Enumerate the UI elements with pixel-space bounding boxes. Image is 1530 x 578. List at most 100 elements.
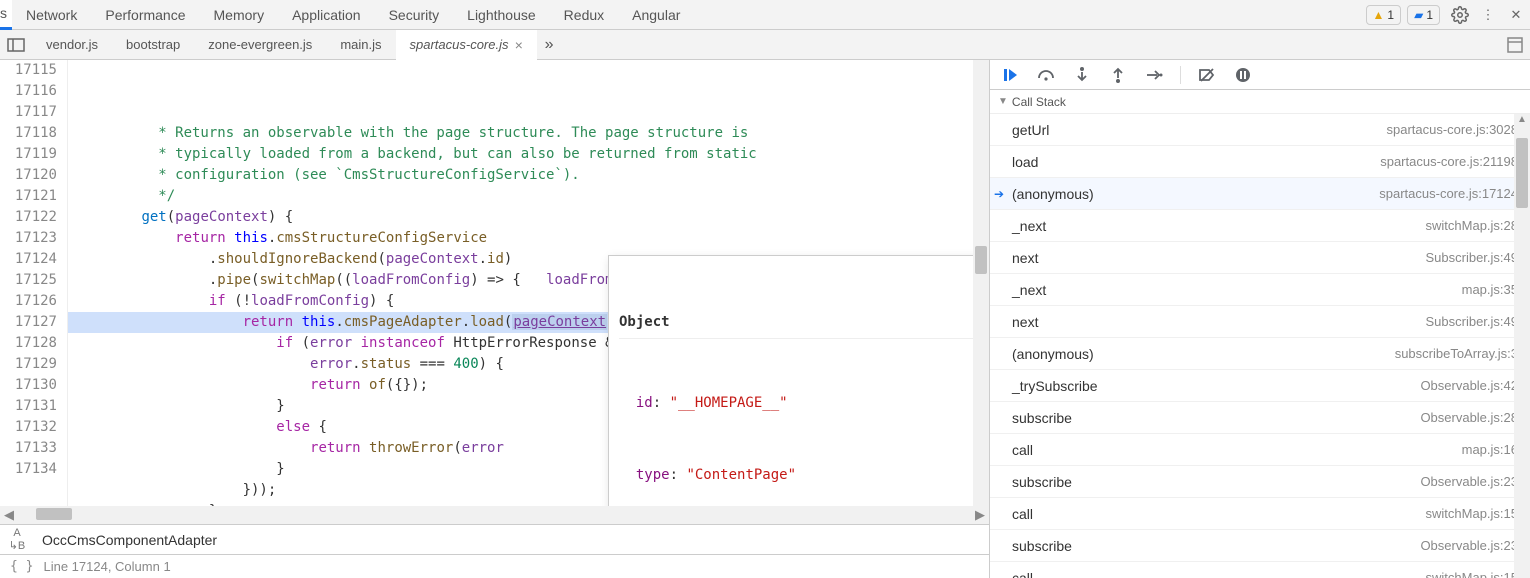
format-icon[interactable]: { }: [10, 559, 33, 574]
line-number: 17122: [0, 207, 57, 228]
stack-function: load: [1012, 154, 1038, 170]
sidebar-scrollbar[interactable]: ▲: [1514, 114, 1530, 578]
stack-location: Subscriber.js:49: [1426, 314, 1519, 329]
stack-function: call: [1012, 506, 1033, 522]
resume-icon[interactable]: [996, 61, 1024, 89]
line-number: 17128: [0, 333, 57, 354]
step-into-icon[interactable]: [1068, 61, 1096, 89]
file-tab[interactable]: bootstrap: [112, 30, 194, 60]
devtools-tab-angular[interactable]: Angular: [618, 0, 694, 30]
code-line[interactable]: get(pageContext) {: [68, 207, 973, 228]
step-out-icon[interactable]: [1104, 61, 1132, 89]
stack-function: (anonymous): [1012, 346, 1094, 362]
call-stack-row[interactable]: callswitchMap.js:15: [990, 498, 1530, 530]
call-stack-row[interactable]: _trySubscribeObservable.js:42: [990, 370, 1530, 402]
call-stack-row[interactable]: _next switchMap.js:28: [990, 210, 1530, 242]
line-number: 17116: [0, 81, 57, 102]
more-tabs-icon[interactable]: »: [537, 36, 562, 54]
stack-function: subscribe: [1012, 410, 1072, 426]
snippet-icon[interactable]: A↳B: [0, 527, 34, 552]
scroll-right-icon[interactable]: ▶: [971, 507, 989, 523]
tooltip-value: "ContentPage": [686, 463, 796, 487]
stack-function: (anonymous): [1012, 186, 1094, 202]
line-number: 17126: [0, 291, 57, 312]
devtools-tab-memory[interactable]: Memory: [200, 0, 279, 30]
more-icon[interactable]: ⋮: [1474, 1, 1502, 29]
devtools-tab-security[interactable]: Security: [375, 0, 454, 30]
code-line[interactable]: * configuration (see `CmsStructureConfig…: [68, 165, 973, 186]
line-number: 17132: [0, 417, 57, 438]
pause-exceptions-icon[interactable]: [1229, 61, 1257, 89]
stack-function: call: [1012, 570, 1033, 578]
stack-location: switchMap.js:28: [1426, 218, 1518, 233]
search-input[interactable]: [34, 528, 989, 552]
settings-icon[interactable]: [1446, 1, 1474, 29]
deactivate-breakpoints-icon[interactable]: [1193, 61, 1221, 89]
file-tab-label: vendor.js: [46, 37, 98, 52]
line-number: 17121: [0, 186, 57, 207]
tooltip-header: Object: [619, 310, 973, 339]
file-tab-label: spartacus-core.js: [410, 37, 509, 52]
page-overview-icon[interactable]: [1500, 37, 1530, 53]
call-stack-row[interactable]: subscribeObservable.js:23: [990, 530, 1530, 562]
file-tabs-bar: vendor.js bootstrapzone-evergreen.js main.…: [0, 30, 1530, 60]
devtools-tab-active[interactable]: s: [0, 0, 12, 30]
call-stack-row[interactable]: call map.js:16: [990, 434, 1530, 466]
stack-function: _next: [1012, 282, 1046, 298]
call-stack-row[interactable]: getUrlspartacus-core.js:3028: [990, 114, 1530, 146]
call-stack-row[interactable]: _nextmap.js:35: [990, 274, 1530, 306]
code-line[interactable]: */: [68, 186, 973, 207]
call-stack-row[interactable]: ➔(anonymous)spartacus-core.js:17124: [990, 178, 1530, 210]
call-stack-row[interactable]: nextSubscriber.js:49: [990, 242, 1530, 274]
line-number: 17117: [0, 102, 57, 123]
call-stack-row[interactable]: subscribeObservable.js:23: [990, 466, 1530, 498]
status-bar: { } Line 17124, Column 1: [0, 554, 989, 578]
call-stack-row[interactable]: (anonymous)subscribeToArray.js:3: [990, 338, 1530, 370]
navigator-toggle-icon[interactable]: [0, 38, 32, 52]
code-line[interactable]: * Returns an observable with the page st…: [68, 123, 973, 144]
line-number: 17129: [0, 354, 57, 375]
code-line[interactable]: return this.cmsStructureConfigService: [68, 228, 973, 249]
editor-horizontal-scrollbar[interactable]: ◀ ▶: [0, 506, 989, 524]
step-over-icon[interactable]: [1032, 61, 1060, 89]
stack-location: Observable.js:28: [1420, 410, 1518, 425]
stack-function: call: [1012, 442, 1033, 458]
call-stack-row[interactable]: callswitchMap.js:15: [990, 562, 1530, 578]
editor-vertical-scrollbar[interactable]: [973, 60, 989, 506]
stack-function: _trySubscribe: [1012, 378, 1098, 394]
warnings-badge[interactable]: ▲1: [1366, 5, 1402, 25]
devtools-tab-network[interactable]: Network: [12, 0, 91, 30]
debug-toolbar: [990, 60, 1530, 90]
messages-badge[interactable]: ▰1: [1407, 5, 1440, 25]
code-editor[interactable]: * Returns an observable with the page st…: [68, 60, 973, 506]
devtools-tab-redux[interactable]: Redux: [550, 0, 618, 30]
scroll-left-icon[interactable]: ◀: [0, 507, 18, 523]
devtools-tab-lighthouse[interactable]: Lighthouse: [453, 0, 550, 30]
devtools-tab-application[interactable]: Application: [278, 0, 375, 30]
file-tab[interactable]: main.js: [326, 30, 395, 60]
devtools-tabs: s Network Performance Memory Application…: [0, 0, 1530, 30]
line-number: 17125: [0, 270, 57, 291]
stack-function: getUrl: [1012, 122, 1049, 138]
scroll-up-icon[interactable]: ▲: [1514, 114, 1530, 128]
stack-location: map.js:16: [1462, 442, 1518, 457]
step-icon[interactable]: [1140, 61, 1168, 89]
call-stack-row[interactable]: loadspartacus-core.js:21198: [990, 146, 1530, 178]
stack-function: _next: [1012, 218, 1046, 234]
call-stack-row[interactable]: nextSubscriber.js:49: [990, 306, 1530, 338]
file-tab[interactable]: spartacus-core.js ×: [396, 30, 537, 60]
warning-icon: ▲: [1373, 8, 1385, 22]
tooltip-value: "__HOMEPAGE__": [670, 391, 788, 415]
file-tab-label: main.js: [340, 37, 381, 52]
call-stack-row[interactable]: subscribe Observable.js:28: [990, 402, 1530, 434]
file-tab[interactable]: vendor.js: [32, 30, 112, 60]
devtools-tab-performance[interactable]: Performance: [91, 0, 199, 30]
call-stack-header[interactable]: ▼ Call Stack: [990, 90, 1530, 114]
close-icon[interactable]: ×: [514, 37, 522, 53]
code-line[interactable]: * typically loaded from a backend, but c…: [68, 144, 973, 165]
current-frame-icon: ➔: [994, 187, 1004, 201]
debugger-pane: ▼ Call Stack getUrlspartacus-core.js:302…: [990, 60, 1530, 578]
value-tooltip: Object id: "__HOMEPAGE__" type: "Content…: [608, 255, 973, 506]
close-devtools-icon[interactable]: ✕: [1502, 1, 1530, 29]
file-tab[interactable]: zone-evergreen.js: [194, 30, 326, 60]
